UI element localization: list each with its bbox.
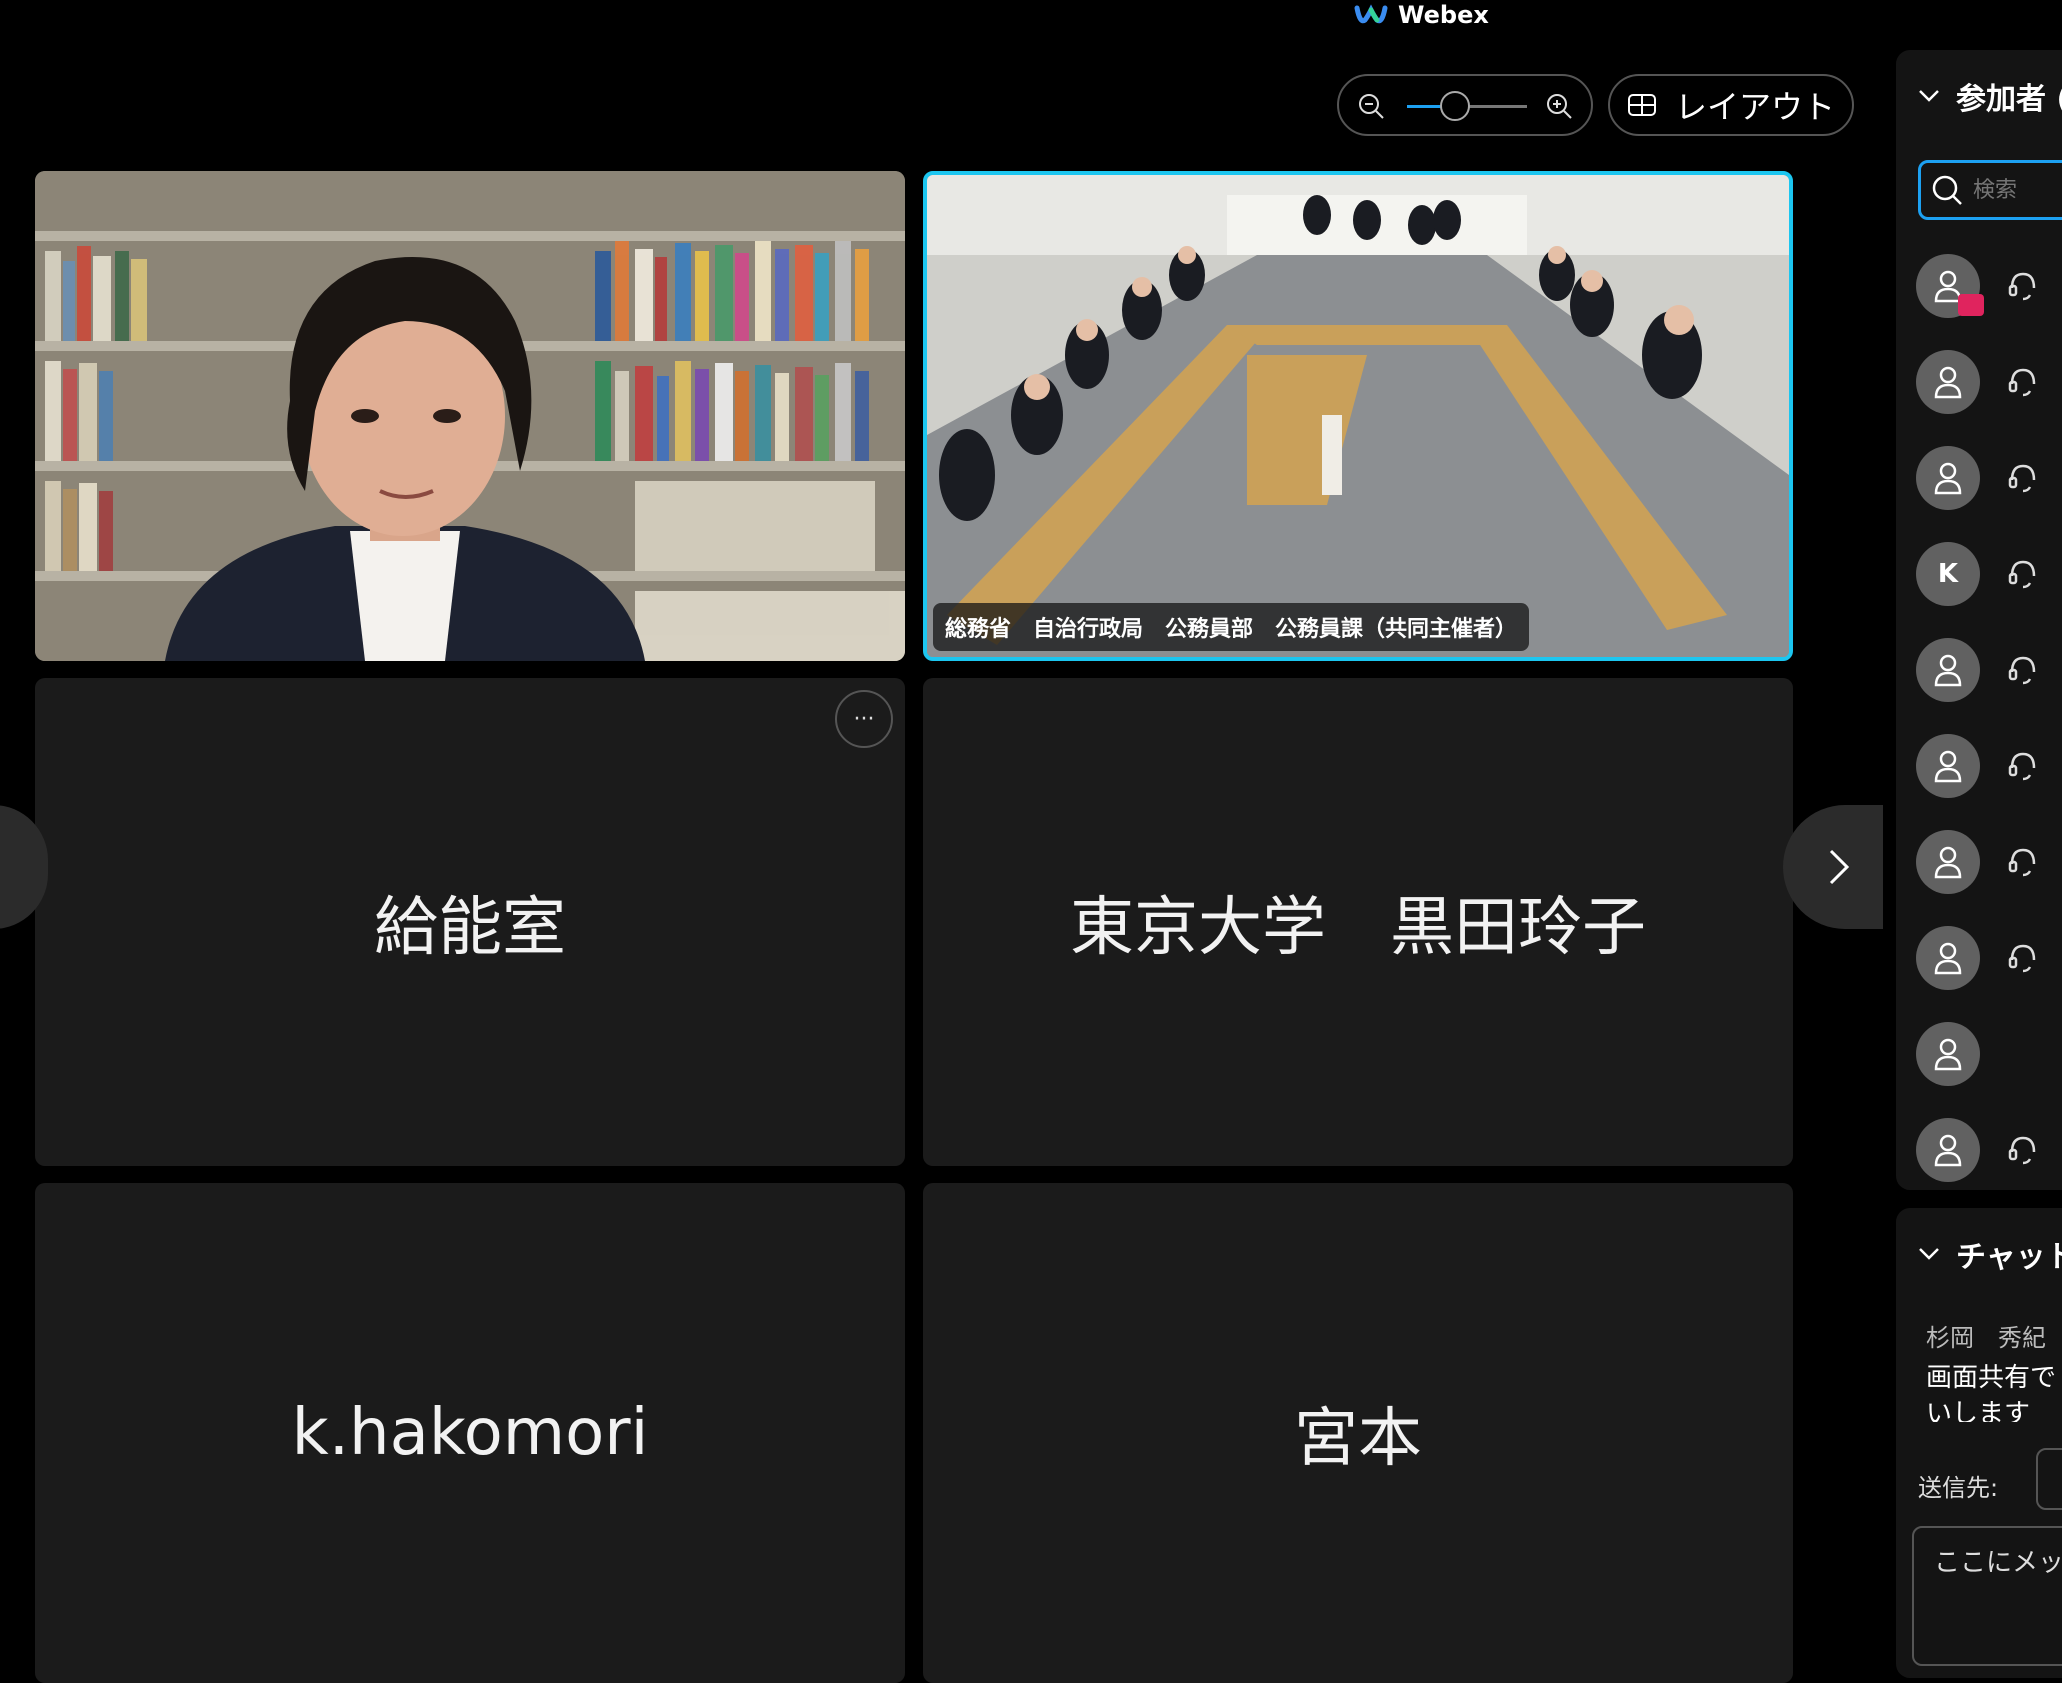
chat-panel-header[interactable]: チャット [1918, 1232, 2062, 1276]
participant-tile[interactable]: ··· 給能室 [35, 678, 905, 1166]
zoom-slider[interactable] [1407, 91, 1527, 121]
headset-icon [2008, 848, 2036, 877]
layout-grid-icon [1627, 94, 1656, 116]
participant-search[interactable] [1918, 160, 2062, 220]
chevron-right-icon [1829, 849, 1850, 885]
zoom-control [1337, 74, 1593, 136]
more-options-button[interactable]: ··· [835, 690, 893, 748]
webex-logo-icon [1354, 4, 1388, 24]
participant-list-item[interactable] [1916, 446, 2062, 516]
layout-button[interactable]: レイアウト [1608, 74, 1854, 136]
person-icon [1934, 942, 1962, 975]
participant-list-item[interactable] [1916, 638, 2062, 708]
avatar [1916, 926, 1980, 990]
avatar [1916, 830, 1980, 894]
headset-icon [2008, 464, 2036, 493]
chat-message-line: 画面共有で [1926, 1363, 2057, 1393]
participant-video-frame [35, 171, 905, 661]
avatar: K [1916, 542, 1980, 606]
person-icon [1934, 1134, 1962, 1167]
conference-room-video-frame [927, 175, 1789, 657]
participant-list-item[interactable] [1916, 926, 2062, 996]
participant-tile[interactable]: 東京大学 黒田玲子 [923, 678, 1793, 1166]
headset-icon [2008, 272, 2036, 301]
participant-list-item[interactable] [1916, 830, 2062, 900]
zoom-in-icon[interactable] [1545, 92, 1573, 120]
chat-panel: チャット 杉岡 秀紀 画面共有でいします 送信先: ここにメッ [1896, 1208, 2062, 1678]
chevron-down-icon [1919, 90, 1939, 102]
avatar [1916, 446, 1980, 510]
participant-list-item[interactable] [1916, 254, 2062, 324]
zoom-slider-thumb[interactable] [1440, 91, 1470, 121]
participant-name: 給能室 [374, 891, 566, 965]
participant-name: 東京大学 黒田玲子 [1070, 891, 1646, 965]
person-icon [1934, 846, 1962, 879]
conference-room-image [927, 175, 1789, 657]
avatar [1916, 1118, 1980, 1182]
participants-title: 参加者 ( [1956, 82, 2062, 117]
avatar [1916, 734, 1980, 798]
participant-video-tile[interactable] [35, 171, 905, 661]
participant-list-item[interactable] [1916, 1118, 2062, 1188]
participant-list-item[interactable] [1916, 350, 2062, 420]
layout-button-label: レイアウト [1674, 88, 1835, 126]
next-page-button[interactable] [1783, 805, 1883, 929]
person-icon [1934, 366, 1962, 399]
avatar [1916, 350, 1980, 414]
chat-recipient-label: 送信先: [1918, 1474, 1999, 1502]
participant-video-tile-active[interactable]: 総務省 自治行政局 公務員部 公務員課（共同主催者） [923, 171, 1793, 661]
participant-tile[interactable]: 宮本 [923, 1183, 1793, 1683]
chat-message-line: いします [1926, 1399, 2031, 1422]
participant-name: k.hakomori [291, 1396, 649, 1470]
participants-panel: 参加者 ( K [1896, 50, 2062, 1190]
headset-icon [2008, 656, 2036, 685]
headset-icon [2008, 752, 2036, 781]
avatar [1916, 638, 1980, 702]
participant-list-item[interactable] [1916, 1022, 2062, 1092]
app-title: Webex [1398, 1, 1489, 29]
avatar [1916, 1022, 1980, 1086]
participant-list-item[interactable]: K [1916, 542, 2062, 612]
search-icon [1932, 175, 1962, 205]
headset-icon [2008, 560, 2036, 589]
person-icon [1934, 462, 1962, 495]
headset-icon [2008, 368, 2036, 397]
person-icon [1934, 1038, 1962, 1071]
chat-recipient-select[interactable] [2036, 1448, 2062, 1510]
zoom-out-icon[interactable] [1357, 92, 1385, 120]
participants-panel-header[interactable]: 参加者 ( [1918, 74, 2062, 118]
screen-share-icon [1958, 294, 1984, 316]
headset-icon [2008, 944, 2036, 973]
participant-search-input[interactable] [1971, 176, 2062, 204]
headset-icon [2008, 1136, 2036, 1165]
chat-message-input[interactable]: ここにメッ [1912, 1526, 2062, 1666]
participant-tile[interactable]: k.hakomori [35, 1183, 905, 1683]
chat-title: チャット [1956, 1240, 2062, 1275]
chat-message-sender: 杉岡 秀紀 [1926, 1324, 2046, 1352]
person-icon [1934, 750, 1962, 783]
participant-name-label: 総務省 自治行政局 公務員部 公務員課（共同主催者） [933, 603, 1530, 651]
chat-message-text: 画面共有で いします [1926, 1360, 2062, 1422]
chevron-down-icon [1919, 1248, 1939, 1260]
participant-list-item[interactable] [1916, 734, 2062, 804]
person-icon [1934, 654, 1962, 687]
window-titlebar: Webex [1354, 0, 1489, 30]
participant-name: 宮本 [1294, 1402, 1422, 1476]
